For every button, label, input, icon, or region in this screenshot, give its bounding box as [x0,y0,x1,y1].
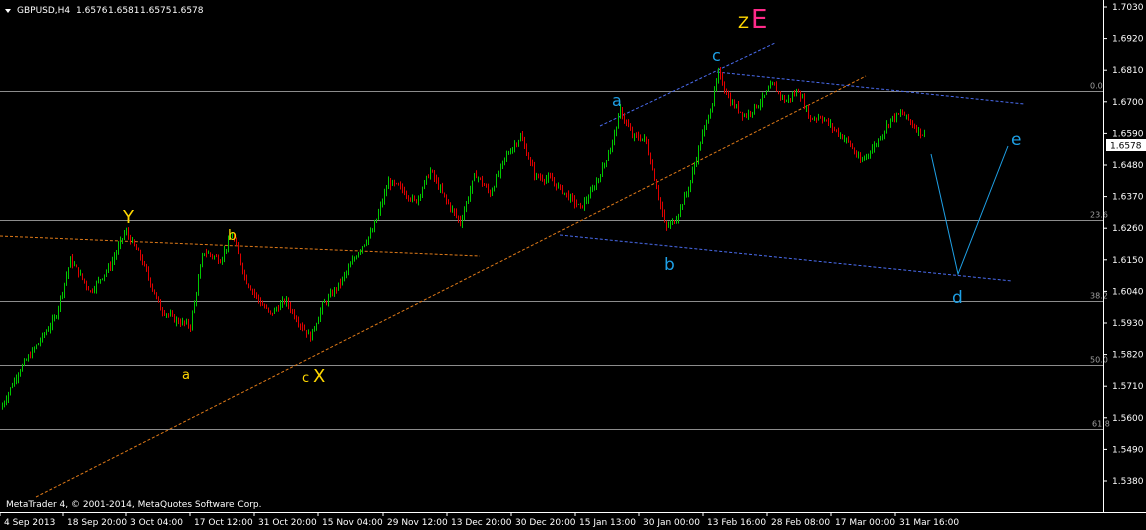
time-tick-label: 30 Jan 00:00 [643,518,700,528]
price-tick-label: 1.6920 [1112,35,1144,45]
fib-level-label: 0.0 [1090,82,1103,91]
price-tick-label: 1.5600 [1112,414,1144,424]
symbol-label: GBPUSD,H4 [17,6,70,16]
time-tick-label: 15 Nov 04:00 [322,518,383,528]
time-tick-label: 30 Dec 20:00 [515,518,576,528]
time-tick-label: 31 Oct 20:00 [258,518,317,528]
time-tick-label: 18 Sep 20:00 [67,518,127,528]
low-value: 1.6575 [140,6,172,16]
wave-label-a-yellow: a [182,368,190,383]
wave-label-E: E [751,5,767,35]
wave-label-c-blue: c [712,46,721,65]
price-tick-label: 1.5490 [1112,445,1144,455]
wave-label-b-yellow: b [228,228,237,244]
chart-window[interactable]: 0.0 23.6 38.2 50.0 61.8 YbacXabcdeZE 1.7030 1… [0,0,1146,530]
wave-label-b-blue: b [664,255,675,275]
time-tick-label: 17 Oct 12:00 [194,518,253,528]
time-tick-label: 15 Jan 13:00 [579,518,636,528]
wave-label-e-blue: e [1011,130,1021,150]
open-value: 1.6576 [76,6,108,16]
price-tick-label: 1.5930 [1112,319,1144,329]
price-tick-label: 1.6480 [1112,161,1144,171]
time-tick-label: 13 Dec 20:00 [451,518,512,528]
close-value: 1.6578 [172,6,204,16]
price-tick-label: 1.6260 [1112,224,1144,234]
price-tick-label: 1.6590 [1112,129,1144,139]
price-tick-label: 1.6370 [1112,193,1144,203]
time-tick-label: 4 Sep 2013 [4,518,55,528]
time-tick-label: 17 Mar 00:00 [835,518,895,528]
fib-level-label: 38.2 [1090,292,1108,301]
current-price-marker: 1.6578 [1106,139,1146,152]
time-tick-label: 29 Nov 12:00 [387,518,448,528]
price-tick-label: 1.6150 [1112,256,1144,266]
wave-label-c-yellow: c [302,371,309,386]
fib-level-label: 50.0 [1090,356,1108,365]
wave-label-Z: Z [738,13,749,32]
price-tick-label: 1.5710 [1112,382,1144,392]
price-tick-label: 1.6700 [1112,98,1144,108]
wave-label-d-blue: d [952,288,963,308]
copyright-text: MetaTrader 4, © 2001-2014, MetaQuotes So… [6,500,262,510]
price-chart[interactable]: 0.023.638.250.061.8 Yba c XabcdeZ E 1.70301… [0,0,1146,530]
price-tick-label: 1.5380 [1112,477,1144,487]
wave-label-Y: Y [122,207,135,228]
current-price-label: 1.6578 [1110,142,1142,152]
price-tick-label: 1.6040 [1112,287,1144,297]
price-tick-label: 1.7030 [1112,3,1144,13]
time-tick-label: 31 Mar 16:00 [899,518,959,528]
price-tick-label: 1.6810 [1112,66,1144,76]
wave-label-X: X [313,366,325,387]
fib-level-label: 23.6 [1090,211,1108,220]
time-tick-label: 28 Feb 08:00 [771,518,830,528]
time-tick-label: 13 Feb 16:00 [707,518,766,528]
time-tick-label: 3 Oct 04:00 [130,518,183,528]
high-value: 1.6581 [108,6,140,16]
fib-level-label: 61.8 [1092,420,1110,429]
wave-label-a-blue: a [612,91,622,110]
chart-header: GBPUSD,H4 1.6576 1.6581 1.6575 1.6578 [5,6,204,16]
price-tick-label: 1.5820 [1112,351,1144,361]
